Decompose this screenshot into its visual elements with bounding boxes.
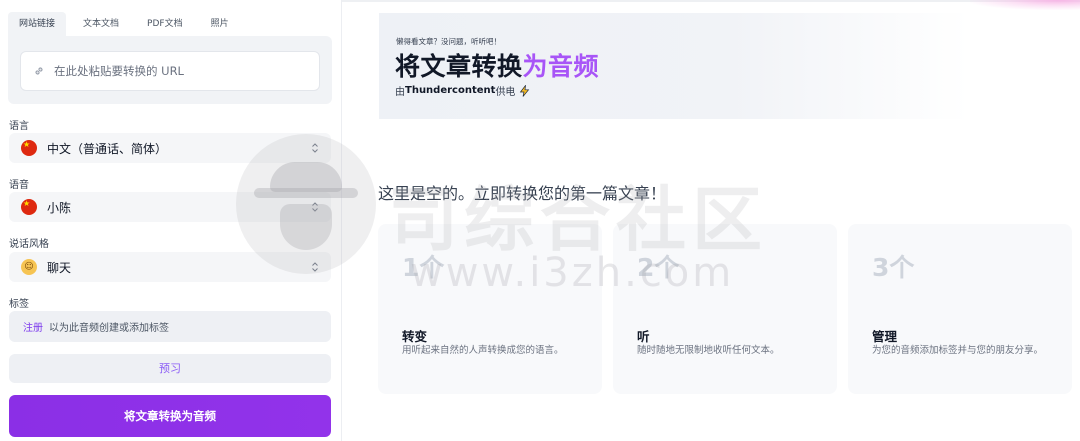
card-title: 管理 bbox=[872, 329, 898, 344]
card-title: 听 bbox=[637, 329, 650, 344]
card-description: 用听起来自然的人声转换成您的语言。 bbox=[402, 345, 564, 356]
tab-pdf-document[interactable]: PDF文档 bbox=[136, 12, 194, 36]
watermark-face-shape bbox=[280, 204, 332, 250]
preview-button[interactable]: 预习 bbox=[9, 354, 331, 383]
powered-by: 由 Thundercontent 供电 bbox=[395, 83, 530, 98]
register-link[interactable]: 注册 bbox=[23, 319, 43, 334]
card-title: 转变 bbox=[402, 329, 428, 344]
style-value: 聊天 bbox=[47, 260, 72, 275]
corner-glow bbox=[970, 0, 1080, 10]
powered-brand: Thundercontent bbox=[405, 85, 496, 96]
language-label: 语言 bbox=[9, 121, 29, 132]
card-description: 随时随地无限制地收听任何文本。 bbox=[637, 345, 780, 356]
url-panel: 在此处粘贴要转换的 URL bbox=[8, 36, 332, 104]
convert-button[interactable]: 将文章转换为音频 bbox=[9, 395, 331, 437]
url-input[interactable]: 在此处粘贴要转换的 URL bbox=[20, 51, 320, 91]
tab-photo[interactable]: 照片 bbox=[200, 12, 240, 36]
powered-prefix: 由 bbox=[395, 87, 405, 98]
grinning-face-icon: ☺ bbox=[21, 259, 37, 275]
card-description: 为您的音频添加标签并与您的朋友分享。 bbox=[872, 345, 1044, 356]
feature-card-manage: 3个 管理 为您的音频添加标签并与您的朋友分享。 bbox=[848, 224, 1072, 394]
tab-text-document[interactable]: 文本文档 bbox=[72, 12, 130, 36]
hero-title-main: 将文章转换 bbox=[395, 52, 523, 81]
china-flag-icon bbox=[21, 199, 37, 215]
china-flag-icon bbox=[21, 140, 37, 156]
language-value: 中文（普通话、简体） bbox=[47, 141, 168, 156]
watermark-logo bbox=[236, 134, 376, 274]
style-label: 说话风格 bbox=[9, 239, 49, 250]
hero-banner: 懒得看文章？没问题，听听吧！ 将文章转换为音频 由 Thundercontent 供… bbox=[379, 13, 969, 119]
hero-title-highlight: 为音频 bbox=[522, 52, 600, 81]
tags-label: 标签 bbox=[9, 299, 29, 310]
voice-value: 小陈 bbox=[47, 200, 72, 215]
tags-field[interactable]: 注册 以为此音频创建或添加标签 bbox=[9, 311, 331, 342]
powered-suffix: 供电 bbox=[495, 87, 516, 98]
watermark-url: www.i3zh.com bbox=[410, 250, 735, 296]
voice-label: 语音 bbox=[9, 180, 29, 191]
hero-title: 将文章转换为音频 bbox=[395, 47, 599, 83]
card-number: 3个 bbox=[872, 253, 915, 282]
url-placeholder: 在此处粘贴要转换的 URL bbox=[54, 64, 184, 78]
tab-website-link[interactable]: 网站链接 bbox=[8, 12, 67, 36]
link-icon bbox=[35, 67, 43, 75]
source-tabs: 网站链接 文本文档 PDF文档 照片 bbox=[8, 12, 246, 36]
watermark-brim-shape bbox=[254, 188, 358, 198]
hero-kicker: 懒得看文章？没问题，听听吧！ bbox=[396, 37, 501, 46]
app-root: 网站链接 文本文档 PDF文档 照片 在此处粘贴要转换的 URL 语言 中文（普… bbox=[0, 0, 1080, 441]
lightning-icon bbox=[520, 84, 530, 97]
tags-hint: 以为此音频创建或添加标签 bbox=[49, 323, 169, 334]
